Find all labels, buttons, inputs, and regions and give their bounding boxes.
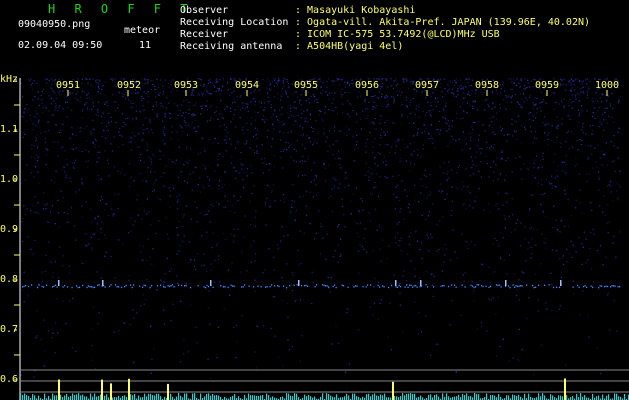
time-tick-label: 0954: [235, 80, 260, 91]
antenna-value: : A504HB(yagi 4el): [295, 41, 404, 52]
y-unit-label: kHz: [0, 74, 19, 85]
y-tick-label: 0.9: [0, 224, 19, 235]
file-name: 09040950.png: [18, 19, 91, 30]
location-label: Receiving Location: [180, 17, 289, 28]
y-tick-label: 0.7: [0, 324, 19, 335]
y-tick-label: 1.0: [0, 174, 19, 185]
time-tick-label: 0959: [535, 80, 560, 91]
time-tick-label: 1000: [595, 80, 620, 91]
spectrogram-plot: [0, 0, 629, 400]
time-tick-label: 0955: [294, 80, 319, 91]
meteor-label: meteor: [124, 25, 161, 36]
meteor-count: 11: [139, 40, 152, 51]
time-tick-label: 0953: [174, 80, 199, 91]
location-value: : Ogata-vill. Akita-Pref. JAPAN (139.96E…: [295, 17, 591, 28]
date-time: 02.09.04 09:50: [18, 40, 103, 51]
y-tick-label: 0.8: [0, 274, 19, 285]
antenna-label: Receiving antenna: [180, 41, 283, 52]
observer-value: : Masayuki Kobayashi: [295, 5, 416, 16]
time-tick-label: 0951: [56, 80, 81, 91]
receiver-value: : ICOM IC-575 53.7492(@LCD)MHz USB: [295, 29, 500, 40]
app-title: H R O F F T: [48, 2, 194, 16]
time-tick-label: 0957: [415, 80, 440, 91]
time-tick-label: 0956: [355, 80, 380, 91]
observer-label: Observer: [180, 5, 229, 16]
receiver-label: Receiver: [180, 29, 229, 40]
y-tick-label: 0.6: [0, 374, 19, 385]
y-tick-label: 1.1: [0, 124, 19, 135]
time-tick-label: 0958: [475, 80, 500, 91]
time-tick-label: 0952: [117, 80, 142, 91]
